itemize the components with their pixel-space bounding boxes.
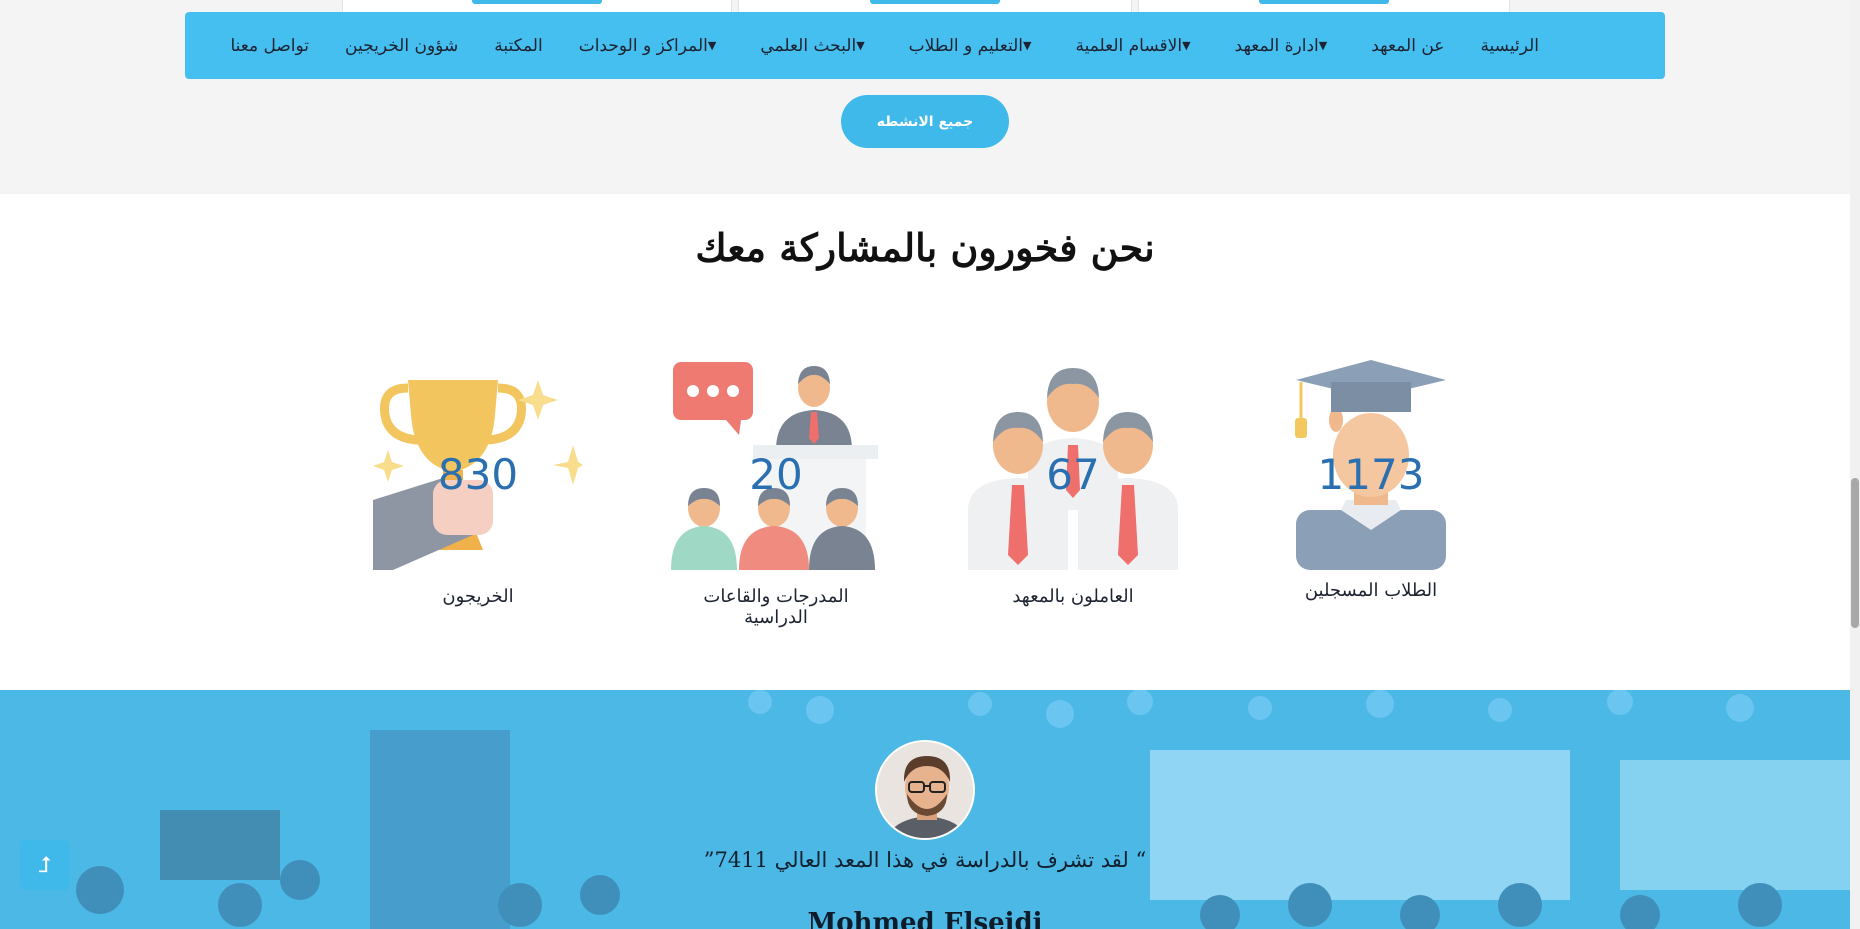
- activity-card[interactable]: [738, 0, 1132, 12]
- testimonial-quote: “ لقد تشرف بالدراسة في هذا المعد العالي …: [703, 848, 1147, 872]
- stat-number: 20: [749, 450, 803, 499]
- activity-card[interactable]: [1138, 0, 1510, 12]
- all-activities-button[interactable]: جميع الانشطه: [841, 95, 1009, 148]
- chevron-down-icon: ▼: [1182, 39, 1191, 52]
- stat-graduates: 830 الخريجون: [373, 360, 583, 620]
- nav-item-label: المكتبة: [494, 35, 543, 56]
- nav-item-label: شؤون الخريجين: [345, 35, 459, 56]
- nav-item-label: الاقسام العلمية: [1075, 35, 1183, 56]
- scrollbar-thumb[interactable]: [1851, 478, 1859, 628]
- chevron-down-icon: ▼: [707, 39, 717, 52]
- arrow-up-icon: ⮥: [38, 852, 52, 878]
- stat-number: 67: [1046, 450, 1100, 499]
- nav-item-label: ادارة المعهد: [1234, 35, 1319, 56]
- chevron-down-icon: ▼: [1318, 39, 1328, 52]
- nav-item[interactable]: المراكز و الوحدات ▼: [579, 36, 725, 56]
- testimonial-avatar: [875, 740, 975, 840]
- stat-halls: 20 المدرجات والقاعات الدراسية: [671, 360, 881, 628]
- nav-item[interactable]: ادارة المعهد ▼: [1235, 36, 1336, 56]
- nav-item[interactable]: البحث العلمي ▼: [760, 36, 872, 56]
- nav-item-label: المراكز و الوحدات: [578, 35, 708, 56]
- stat-number: 1173: [1317, 450, 1425, 499]
- scroll-to-top-button[interactable]: ⮥: [20, 840, 70, 890]
- nav-item-label: التعليم و الطلاب: [908, 35, 1023, 56]
- nav-item[interactable]: الرئيسية: [1480, 36, 1539, 56]
- testimonial-name: Mohmed Elseidi: [807, 908, 1043, 929]
- chevron-down-icon: ▼: [1022, 39, 1032, 52]
- stat-staff: 67 العاملون بالمعهد: [968, 360, 1178, 620]
- nav-item-label: تواصل معنا: [230, 35, 310, 56]
- nav-item[interactable]: عن المعهد: [1371, 36, 1444, 56]
- nav-item-label: الرئيسية: [1480, 35, 1539, 56]
- nav-item-label: البحث العلمي: [760, 35, 857, 56]
- stat-label: المدرجات والقاعات الدراسية: [703, 586, 849, 628]
- nav-item[interactable]: التعليم و الطلاب ▼: [909, 36, 1040, 56]
- stat-number: 830: [437, 450, 519, 499]
- main-navbar: الرئيسية عن المعهد ادارة المعهد ▼ الاقسام ال…: [185, 12, 1665, 79]
- nav-item[interactable]: تواصل معنا: [230, 36, 309, 56]
- chevron-down-icon: ▼: [856, 39, 865, 52]
- nav-item[interactable]: شؤون الخريجين: [345, 36, 458, 56]
- stat-label: الخريجون: [442, 586, 514, 607]
- stat-students: 1173 الطلاب المسجلين: [1266, 360, 1476, 620]
- testimonial-section: “ لقد تشرف بالدراسة في هذا المعد العالي …: [0, 690, 1850, 929]
- nav-item[interactable]: المكتبة: [494, 36, 543, 56]
- stat-label: العاملون بالمعهد: [1012, 586, 1134, 607]
- nav-item-label: عن المعهد: [1371, 35, 1445, 56]
- stat-label: الطلاب المسجلين: [1304, 580, 1438, 601]
- activity-card[interactable]: [342, 0, 732, 12]
- page-scrollbar[interactable]: [1850, 0, 1860, 929]
- stats-title: نحن فخورون بالمشاركة معك: [695, 225, 1155, 270]
- nav-item[interactable]: الاقسام العلمية ▼: [1075, 36, 1198, 56]
